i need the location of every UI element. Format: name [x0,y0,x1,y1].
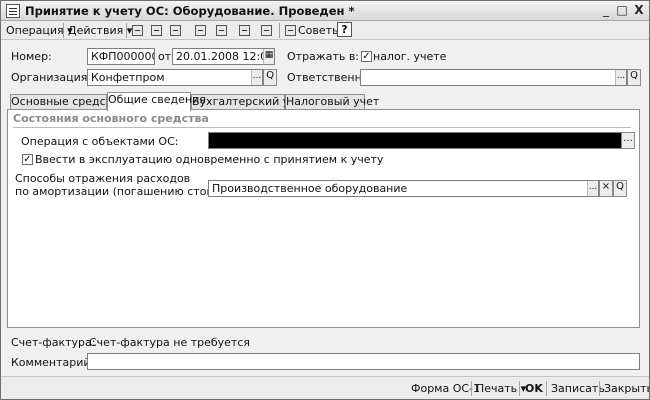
toolbar-divider [279,23,280,38]
structure-icon[interactable] [259,23,275,38]
help-icon[interactable]: ? [337,22,352,37]
document-icon [6,4,20,18]
post-document-icon[interactable] [193,23,209,38]
depreciation-field[interactable]: Производственное оборудование ... [208,180,599,197]
toolbar-divider [63,23,64,38]
minimize-button[interactable]: _ [598,3,614,18]
commission-checkbox[interactable]: ✓ [22,154,33,165]
operation-label: Операция с объектами ОС: [21,135,179,148]
comment-label: Комментарий: [11,356,95,369]
calendar-icon[interactable]: ▦ [263,49,274,64]
search-icon[interactable]: Q [627,69,641,86]
refresh-icon[interactable] [168,23,184,38]
invoice-link[interactable]: Счет-фактура не требуется [89,335,250,350]
section-title: Состояния основного средства [13,112,209,125]
tab-label: Общие сведения [108,93,206,106]
ellipsis-icon[interactable]: ... [621,132,635,149]
title-bar: Принятие к учету ОС: Оборудование. Прове… [1,1,649,21]
tax-accounting-checkbox[interactable]: ✓ [361,51,372,62]
tab-tax-accounting[interactable]: Налоговый учет [285,94,379,110]
toolbar-divider [126,23,127,38]
copy-icon[interactable] [149,23,165,38]
section-divider [13,127,631,128]
search-icon[interactable]: Q [263,69,277,86]
maximize-button[interactable]: □ [614,3,630,18]
bottom-divider [546,381,547,396]
clear-icon[interactable]: × [599,180,613,197]
invoice-label: Счет-фактура: [11,336,96,349]
reflect-in-label: Отражать в: [287,50,360,63]
close-button[interactable]: Закрыть [604,381,649,396]
form-os1-button[interactable]: Форма ОС-1 [411,381,480,396]
sort-icon[interactable] [237,23,253,38]
tips-button[interactable]: Советы [298,23,341,38]
operation-menu-label: Операция [6,24,64,37]
ledger-icon[interactable] [214,23,230,38]
date-value: 20.01.2008 12:00:02 [176,50,274,63]
tax-accounting-label: налог. учете [373,50,447,63]
bottom-divider [471,381,472,396]
tab-fixed-assets[interactable]: Основные средства [10,94,125,110]
number-field[interactable]: КФП00000001 [87,48,155,65]
tips-icon [283,23,299,38]
save-button[interactable]: Записать [551,381,605,396]
tab-label: Налоговый учет [286,95,380,108]
toolbar: Операция ▾ Действия ▾ Советы ? [1,21,649,40]
ellipsis-icon[interactable]: ... [587,181,598,196]
depreciation-value: Производственное оборудование [212,182,408,195]
print-label: Печать [476,382,518,395]
close-window-button[interactable]: X [631,3,647,18]
comment-field[interactable] [87,353,640,370]
window-title: Принятие к учету ОС: Оборудование. Прове… [25,4,355,18]
search-icon[interactable]: Q [613,180,627,197]
actions-menu-label: Действия [68,24,124,37]
organization-value: Конфетпром [91,71,165,84]
date-field[interactable]: 20.01.2008 12:00:02 ▦ [172,48,275,65]
ellipsis-icon[interactable]: ... [251,70,262,85]
bottom-divider [599,381,600,396]
commission-label: Ввести в эксплуатацию одновременно с при… [35,153,384,166]
actions-menu[interactable]: Действия ▾ [68,23,132,38]
ok-button[interactable]: OK [525,381,543,396]
organization-field[interactable]: Конфетпром ... [87,69,263,86]
tab-general-info[interactable]: Общие сведения [107,92,206,111]
add-row-icon[interactable] [130,23,146,38]
organization-label: Организация: [11,71,92,84]
operation-field[interactable] [208,132,622,149]
number-label: Номер: [11,50,52,63]
number-value: КФП00000001 [91,50,154,63]
bottom-divider [519,381,520,396]
bottom-bar: Форма ОС-1 Печать ▾ OK Записать Закрыть [1,376,649,399]
document-window: Принятие к учету ОС: Оборудование. Прове… [0,0,650,400]
ellipsis-icon[interactable]: ... [615,70,626,85]
responsible-field[interactable]: ... [360,69,627,86]
